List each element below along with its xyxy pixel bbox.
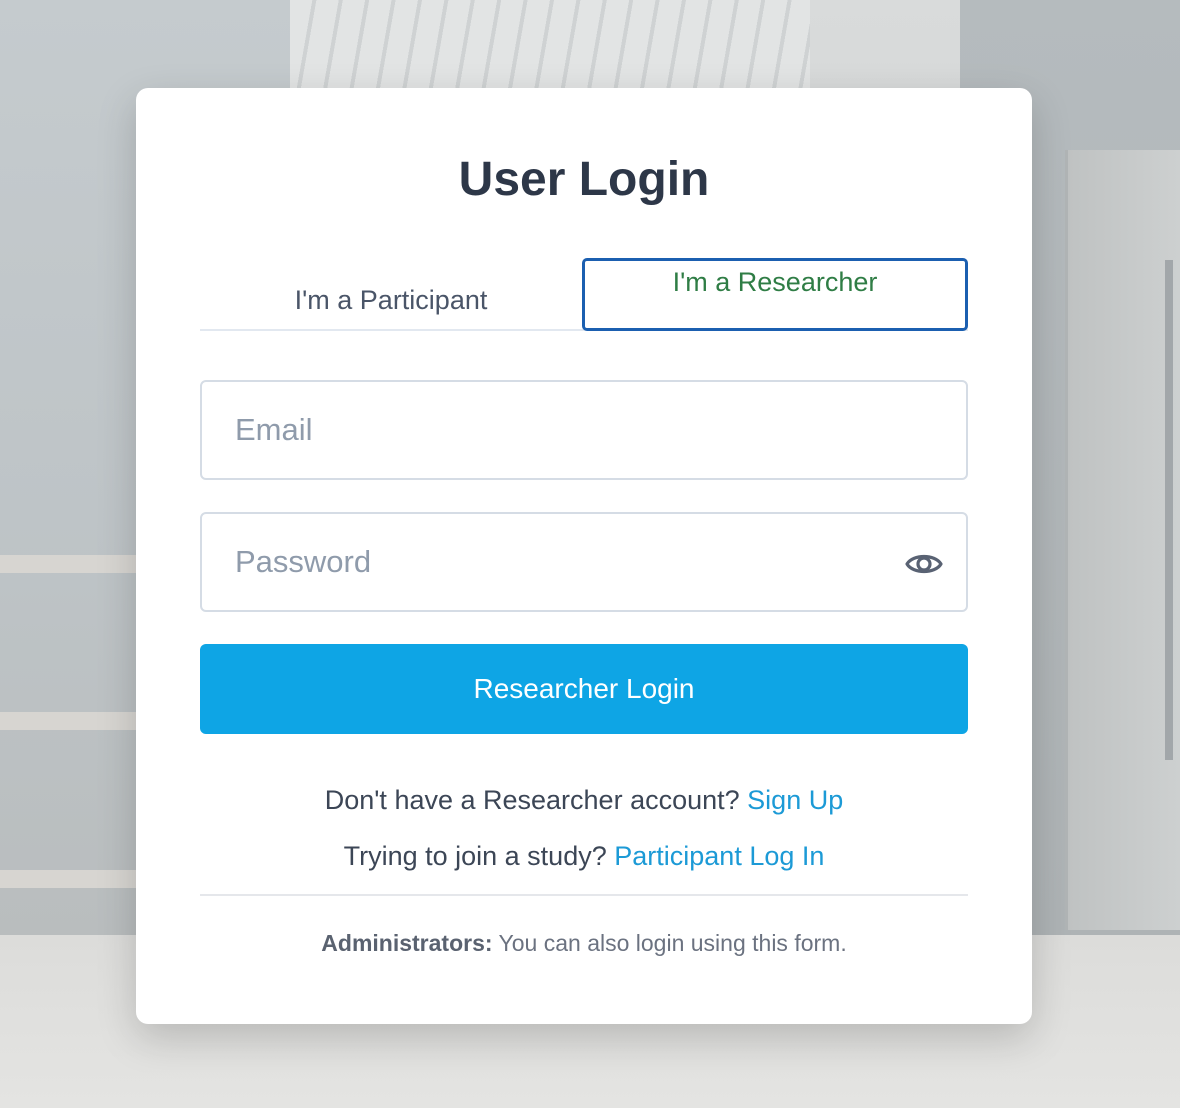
page-title: User Login	[458, 153, 710, 206]
background-cabinet	[1065, 150, 1180, 930]
background-ceiling	[290, 0, 810, 95]
join-prompt-text: Trying to join a study?	[343, 841, 607, 871]
eye-icon[interactable]	[904, 544, 944, 584]
researcher-login-button[interactable]: Researcher Login	[200, 644, 968, 734]
email-placeholder: Email	[235, 412, 313, 447]
signup-prompt-text: Don't have a Researcher account?	[324, 785, 740, 815]
background-shelf	[0, 712, 140, 730]
email-field[interactable]: Email	[200, 380, 968, 480]
background-shelf	[0, 555, 140, 573]
background-cabinet-handle	[1165, 260, 1173, 760]
role-tabs: I'm a Participant I'm a Researcher	[200, 258, 968, 331]
join-study-line: Trying to join a study? Participant Log …	[136, 841, 1032, 872]
signup-prompt-line: Don't have a Researcher account? Sign Up	[136, 785, 1032, 816]
login-card: User Login I'm a Participant I'm a Resea…	[136, 88, 1032, 1024]
admin-note: Administrators: You can also login using…	[136, 930, 1032, 957]
password-field[interactable]: Password	[200, 512, 968, 612]
tab-researcher[interactable]: I'm a Researcher	[582, 258, 968, 331]
sign-up-link[interactable]: Sign Up	[747, 785, 843, 815]
participant-login-link[interactable]: Participant Log In	[614, 841, 824, 871]
admin-note-text: You can also login using this form.	[498, 930, 847, 956]
footer-divider	[200, 894, 968, 896]
background-shelf	[0, 870, 140, 888]
admin-label: Administrators:	[321, 930, 493, 956]
tab-participant[interactable]: I'm a Participant	[200, 258, 582, 331]
password-placeholder: Password	[235, 544, 372, 579]
